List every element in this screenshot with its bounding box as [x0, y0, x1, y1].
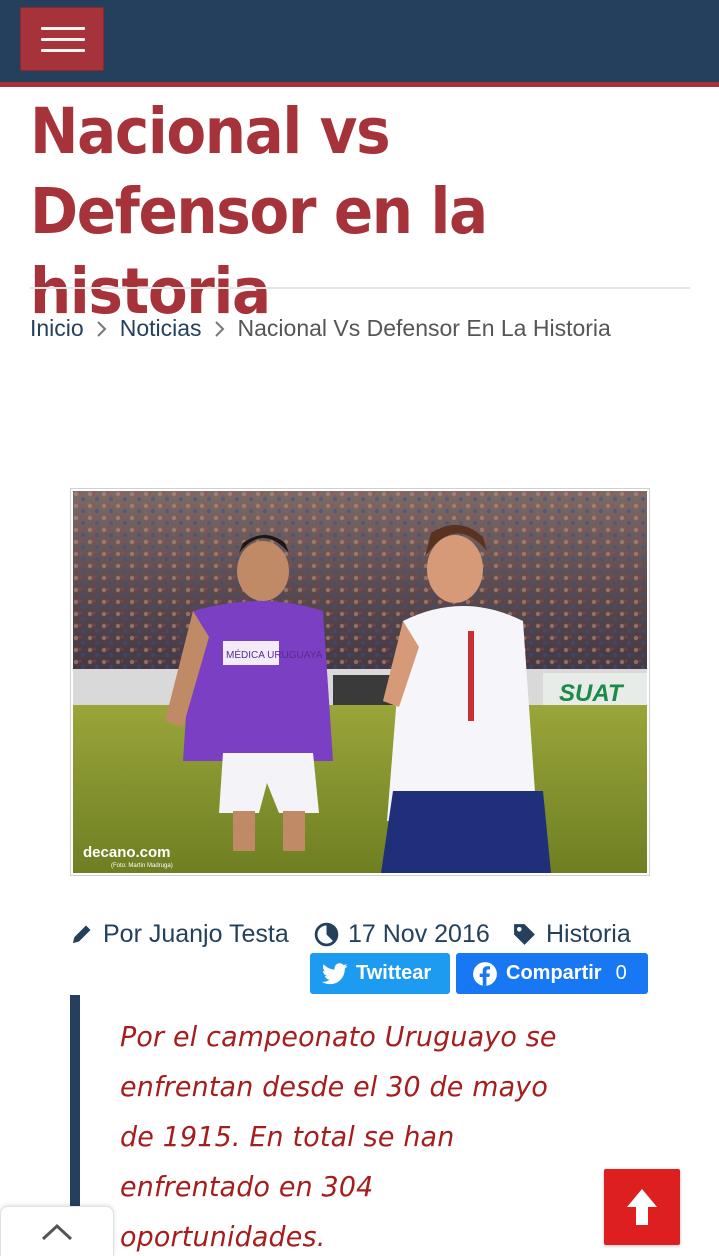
article-lead-quote: Por el campeonato Uruguayo se enfrentan …: [120, 1020, 557, 1253]
author-name: Por Juanjo Testa: [103, 919, 289, 948]
twitter-icon: [322, 962, 348, 984]
facebook-icon: [473, 961, 497, 986]
hamburger-icon: [41, 27, 85, 30]
arrow-up-icon: [627, 1189, 657, 1225]
facebook-share-button[interactable]: Compartir 0: [456, 953, 648, 994]
clock-icon: [314, 922, 339, 946]
hamburger-icon: [41, 49, 85, 52]
page-title: Nacional vs Defensor en la historia: [30, 95, 488, 328]
category-label: Historia: [546, 919, 631, 948]
breadcrumb-home-link[interactable]: Inicio: [30, 315, 84, 342]
watermark-logo: decano.com: [83, 844, 171, 861]
chevron-right-icon: [202, 315, 238, 342]
scroll-to-top-button[interactable]: [604, 1169, 680, 1245]
board-text: SUAT: [559, 680, 625, 707]
menu-button[interactable]: [20, 7, 104, 71]
photo-credit: (Foto: Martín Madruga): [111, 863, 173, 869]
breadcrumb-news-link[interactable]: Noticias: [120, 315, 202, 342]
football-match-photo: SUAT MÉDICA URUGUAYA decano.com (Foto: M…: [73, 491, 647, 873]
article-hero-image[interactable]: SUAT MÉDICA URUGUAYA decano.com (Foto: M…: [70, 488, 650, 876]
pencil-icon: [73, 925, 91, 943]
tag-icon: [514, 923, 535, 945]
chevron-up-icon: [41, 1223, 73, 1240]
svg-text:MÉDICA URUGUAYA: MÉDICA URUGUAYA: [226, 648, 323, 661]
chevron-right-icon: [84, 315, 120, 342]
breadcrumb-current: Nacional Vs Defensor En La Historia: [237, 314, 611, 341]
hamburger-icon: [41, 38, 85, 41]
twitter-share-label: Twittear: [356, 962, 432, 984]
article-author: Por Juanjo Testa: [70, 916, 289, 952]
blockquote-bar: [70, 995, 80, 1206]
facebook-share-count: 0: [615, 962, 627, 984]
facebook-share-label: Compartir: [506, 962, 602, 984]
collapse-toggle-button[interactable]: [0, 1206, 114, 1256]
article-category[interactable]: Historia: [512, 916, 631, 952]
divider: [30, 287, 690, 289]
top-navigation-bar: [0, 0, 719, 87]
breadcrumb: Inicio Noticias Nacional Vs Defensor En …: [30, 312, 611, 344]
article-date: 17 Nov 2016: [314, 916, 490, 952]
twitter-share-button[interactable]: Twittear: [310, 953, 450, 994]
publish-date: 17 Nov 2016: [348, 919, 490, 948]
